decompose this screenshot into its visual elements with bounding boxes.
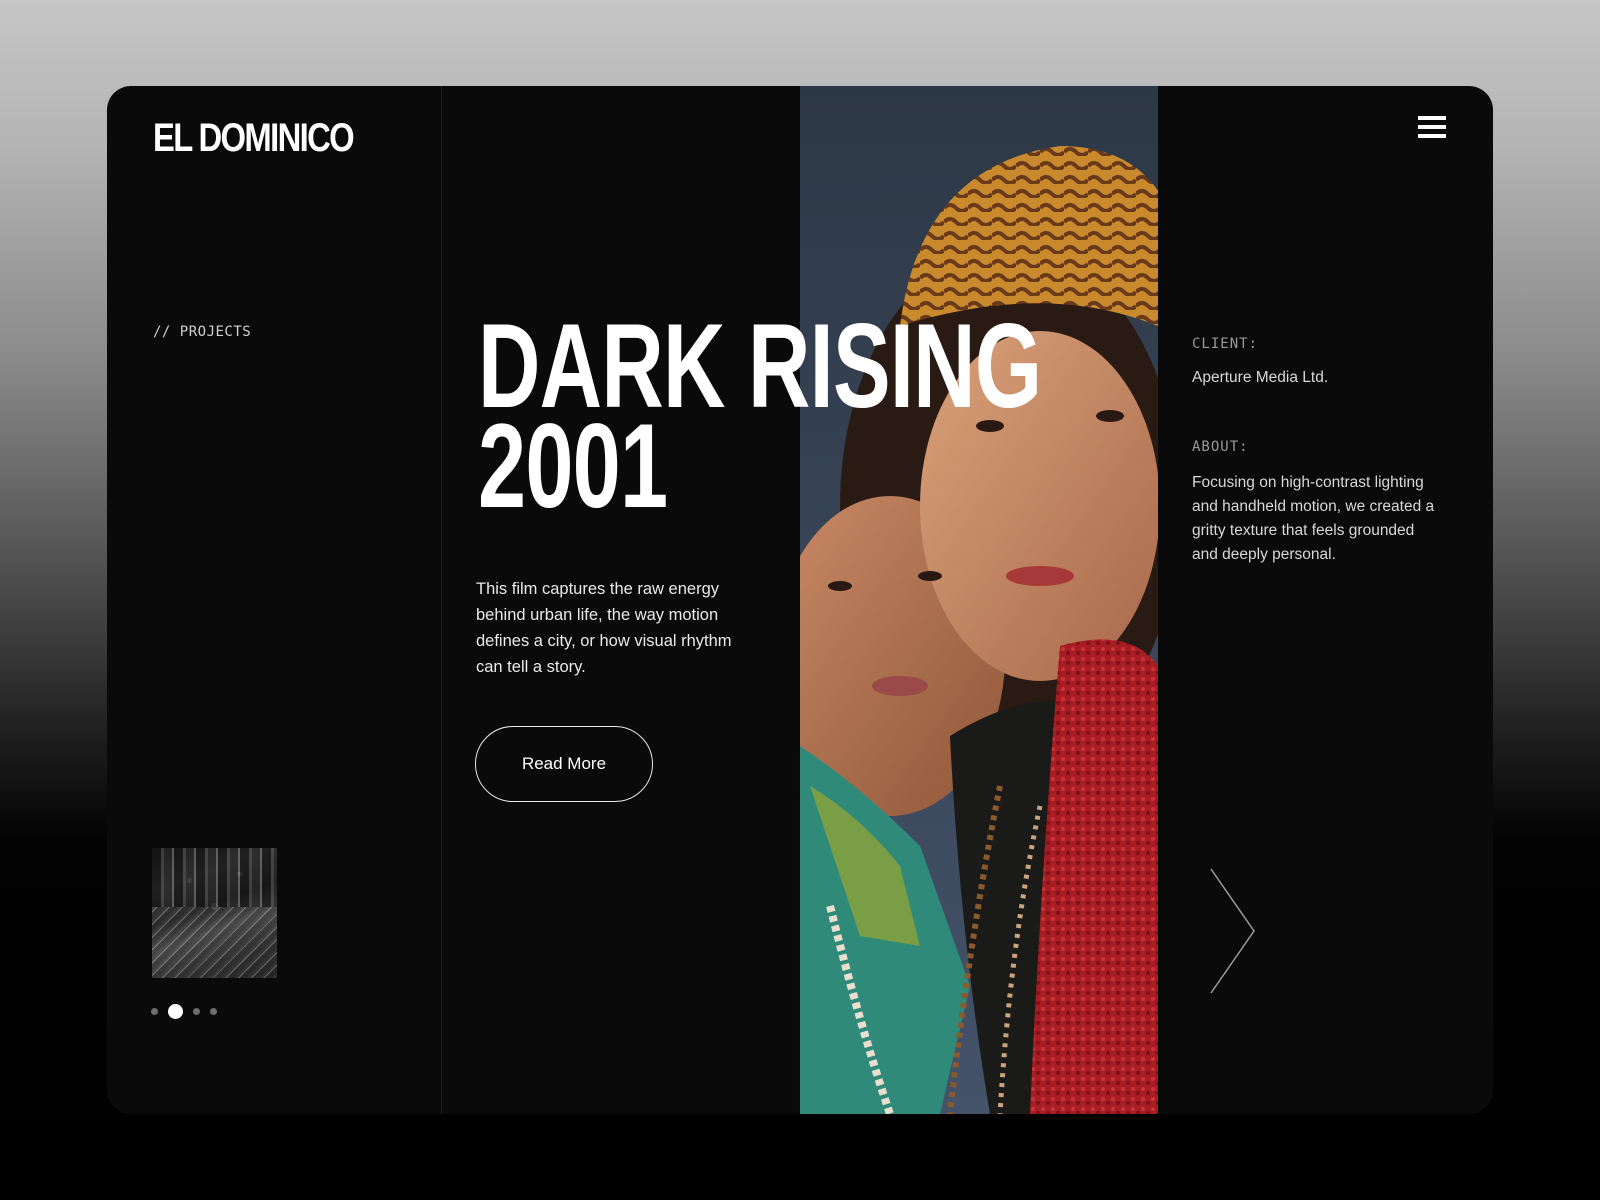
pagination-dot-active[interactable]	[168, 1004, 183, 1019]
project-title: DARK RISING 2001	[478, 306, 1042, 526]
sidebar-divider	[441, 86, 442, 1114]
menu-icon-bar	[1418, 116, 1446, 120]
portrait-illustration	[800, 86, 1158, 1114]
read-more-button[interactable]: Read More	[475, 726, 653, 802]
project-card: EL DOMINICO // PROJECTS DARK RISING 2001…	[107, 86, 1493, 1114]
menu-icon-bar	[1418, 134, 1446, 138]
hero-photo	[800, 86, 1158, 1114]
brand-logo[interactable]: EL DOMINICO	[153, 116, 355, 161]
client-label: CLIENT:	[1192, 336, 1259, 352]
section-label: // PROJECTS	[153, 324, 252, 340]
chevron-right-icon[interactable]	[1208, 867, 1258, 995]
about-label: ABOUT:	[1192, 439, 1249, 455]
pagination-dot[interactable]	[193, 1008, 200, 1015]
pagination-dots	[151, 1004, 217, 1019]
hamburger-menu-icon[interactable]	[1418, 116, 1446, 142]
pagination-dot[interactable]	[151, 1008, 158, 1015]
project-description: This film captures the raw energy behind…	[476, 580, 732, 676]
client-value: Aperture Media Ltd.	[1192, 369, 1329, 386]
about-value: Focusing on high-contrast lighting and h…	[1192, 474, 1435, 563]
project-thumbnail[interactable]	[152, 848, 277, 978]
menu-icon-bar	[1418, 125, 1446, 129]
pagination-dot[interactable]	[210, 1008, 217, 1015]
